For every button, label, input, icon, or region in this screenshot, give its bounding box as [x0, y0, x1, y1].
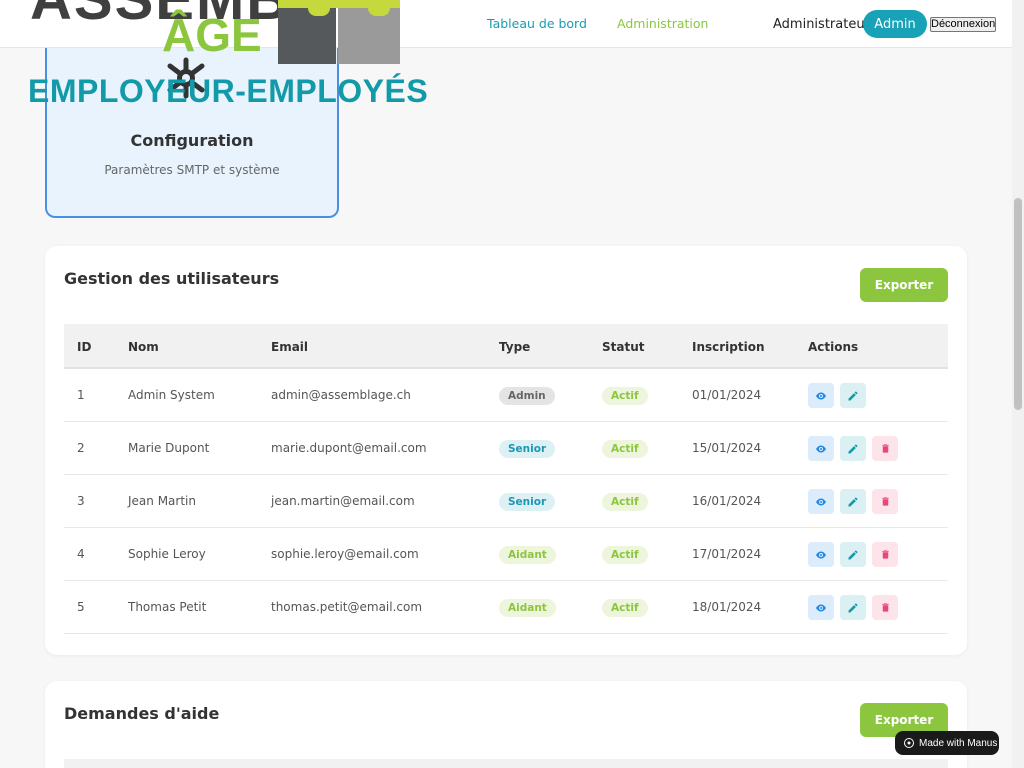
- config-title: Configuration: [130, 131, 254, 150]
- cell-name: Thomas Petit: [128, 600, 207, 614]
- column-header: Email: [271, 340, 309, 354]
- cell-name: Marie Dupont: [128, 441, 210, 455]
- logo-brand-subtitle: EMPLOYEUR-EMPLOYÉS: [28, 73, 429, 109]
- status-badge: Actif: [602, 387, 648, 405]
- eye-icon: [816, 498, 826, 505]
- logo-brand-age: ÂGE: [162, 9, 262, 61]
- delete-button[interactable]: [872, 489, 898, 514]
- type-badge: Admin: [499, 387, 555, 405]
- edit-button[interactable]: [840, 436, 866, 461]
- table-row: 1 Admin System admin@assemblage.ch Admin…: [64, 369, 948, 422]
- type-badge: Aidant: [499, 546, 556, 564]
- cell-date: 15/01/2024: [692, 441, 762, 455]
- trash-icon: [881, 550, 889, 559]
- eye-icon: [816, 392, 826, 399]
- eye-icon: [816, 445, 826, 452]
- users-panel: Gestion des utilisateurs Exporter ID Nom…: [45, 246, 967, 655]
- edit-button[interactable]: [840, 489, 866, 514]
- delete-button[interactable]: [872, 595, 898, 620]
- logout-button[interactable]: Déconnexion: [930, 17, 996, 32]
- manus-logo-icon: [904, 738, 914, 748]
- cell-id: 4: [77, 547, 85, 561]
- cell-name: Admin System: [128, 388, 215, 402]
- table-row: 2 Marie Dupont marie.dupont@email.com Se…: [64, 422, 948, 475]
- cell-name: Sophie Leroy: [128, 547, 206, 561]
- pencil-icon: [848, 603, 858, 612]
- scrollbar-thumb[interactable]: [1014, 198, 1022, 410]
- users-table: ID Nom Email Type Statut Inscription Act…: [64, 324, 948, 634]
- trash-icon: [881, 444, 889, 453]
- manus-badge[interactable]: Made with Manus: [895, 731, 999, 755]
- delete-button[interactable]: [872, 436, 898, 461]
- nav-administration-link[interactable]: Administration: [617, 16, 708, 31]
- column-header: Statut: [602, 340, 645, 354]
- pencil-icon: [848, 497, 858, 506]
- type-badge: Senior: [499, 440, 556, 458]
- cell-date: 18/01/2024: [692, 600, 762, 614]
- status-badge: Actif: [602, 493, 648, 511]
- view-button[interactable]: [808, 383, 834, 408]
- export-users-button[interactable]: Exporter: [860, 268, 948, 302]
- pencil-icon: [848, 550, 858, 559]
- cell-id: 3: [77, 494, 85, 508]
- help-panel-title: Demandes d'aide: [64, 704, 220, 723]
- edit-button[interactable]: [840, 542, 866, 567]
- cell-email: jean.martin@email.com: [271, 494, 415, 508]
- delete-button[interactable]: [872, 542, 898, 567]
- status-badge: Actif: [602, 546, 648, 564]
- view-button[interactable]: [808, 436, 834, 461]
- manus-badge-label: Made with Manus: [919, 737, 998, 749]
- type-badge: Senior: [499, 493, 556, 511]
- table-row: 5 Thomas Petit thomas.petit@email.com Ai…: [64, 581, 948, 634]
- column-header: Inscription: [692, 340, 765, 354]
- status-badge: Actif: [602, 440, 648, 458]
- column-header: Type: [499, 340, 531, 354]
- cell-date: 16/01/2024: [692, 494, 762, 508]
- config-description: Paramètres SMTP et système: [104, 163, 280, 177]
- status-badge: Actif: [602, 599, 648, 617]
- column-header: Nom: [128, 340, 159, 354]
- pencil-icon: [848, 391, 858, 400]
- help-requests-panel: Demandes d'aide Exporter: [45, 681, 967, 768]
- edit-button[interactable]: [840, 595, 866, 620]
- eye-icon: [816, 551, 826, 558]
- cell-id: 2: [77, 441, 85, 455]
- view-button[interactable]: [808, 542, 834, 567]
- cell-date: 01/01/2024: [692, 388, 762, 402]
- view-button[interactable]: [808, 595, 834, 620]
- eye-icon: [816, 604, 826, 611]
- users-panel-title: Gestion des utilisateurs: [64, 269, 280, 288]
- edit-button[interactable]: [840, 383, 866, 408]
- cell-email: thomas.petit@email.com: [271, 600, 423, 614]
- table-row: 3 Jean Martin jean.martin@email.com Seni…: [64, 475, 948, 528]
- pencil-icon: [848, 444, 858, 453]
- cell-email: admin@assemblage.ch: [271, 388, 411, 402]
- cell-email: sophie.leroy@email.com: [271, 547, 419, 561]
- cell-email: marie.dupont@email.com: [271, 441, 427, 455]
- type-badge: Aidant: [499, 599, 556, 617]
- table-row: 4 Sophie Leroy sophie.leroy@email.com Ai…: [64, 528, 948, 581]
- user-role-label: Administrateur: [773, 17, 870, 32]
- nav-dashboard-link[interactable]: Tableau de bord: [487, 16, 587, 31]
- column-header: ID: [77, 340, 92, 354]
- column-header: Actions: [808, 340, 859, 354]
- help-table-header: [64, 759, 948, 768]
- admin-badge: Admin: [863, 10, 927, 38]
- trash-icon: [881, 603, 889, 612]
- table-header: ID Nom Email Type Statut Inscription Act…: [64, 324, 948, 369]
- trash-icon: [881, 497, 889, 506]
- logo-puzzle-icon: [278, 0, 400, 64]
- cell-id: 1: [77, 388, 85, 402]
- cell-date: 17/01/2024: [692, 547, 762, 561]
- view-button[interactable]: [808, 489, 834, 514]
- cell-name: Jean Martin: [128, 494, 196, 508]
- page-scrollbar[interactable]: [1012, 0, 1024, 768]
- cell-id: 5: [77, 600, 85, 614]
